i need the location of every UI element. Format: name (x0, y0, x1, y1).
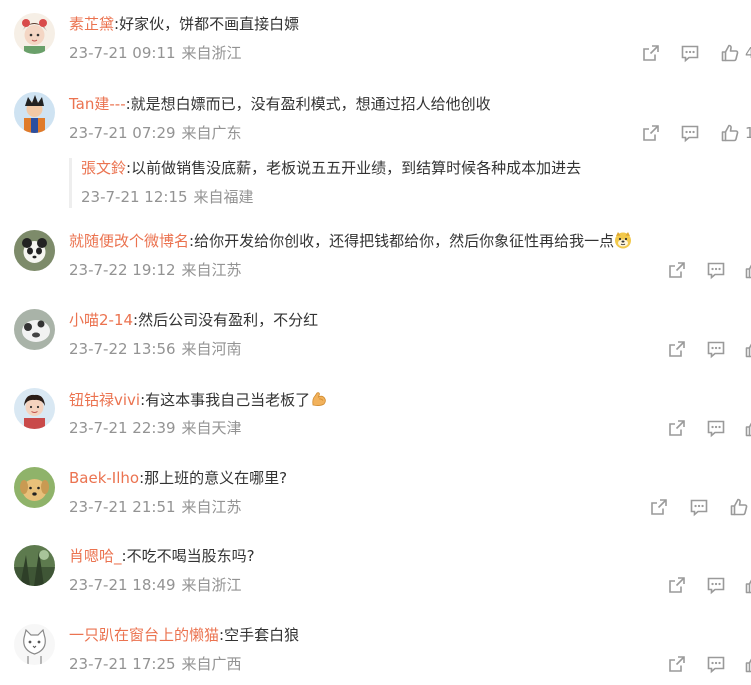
comment-date: 23-7-21 22:39 (69, 419, 176, 437)
avatar[interactable] (14, 388, 55, 429)
share-icon[interactable] (667, 654, 687, 674)
comment-text-line: 小喵2-14:然后公司没有盈利，不分红 (69, 310, 318, 330)
comment-text: :不吃不喝当股东吗? (121, 547, 255, 565)
comment-date: 23-7-22 19:12 (69, 261, 176, 279)
comment-text: :就是想白嫖而已，没有盈利模式，想通过招人给他创收 (125, 95, 491, 113)
comment-date: 23-7-22 13:56 (69, 340, 176, 358)
comment-location: 来自河南 (181, 340, 242, 358)
comment-location: 来自浙江 (181, 44, 242, 62)
comment-text-line: 素芷黛:好家伙，饼都不画直接白嫖 (69, 14, 299, 34)
comment-meta: 23-7-21 22:39 来自天津 (69, 418, 242, 438)
share-icon[interactable] (667, 418, 687, 438)
comment-text: :有这本事我自己当老板了 (140, 391, 311, 409)
comment-meta: 23-7-21 07:29 来自广东 (69, 123, 242, 143)
like-icon[interactable] (744, 654, 751, 674)
comment-date: 23-7-21 09:11 (69, 44, 176, 62)
comment-username[interactable]: 就随便改个微博名 (69, 232, 189, 250)
avatar[interactable] (14, 545, 55, 586)
like-icon[interactable] (729, 497, 749, 517)
comment-text-line: 就随便改个微博名:给你开发给你创收，还得把钱都给你，然后你象征性再给我一点 (69, 231, 632, 251)
comment-icon[interactable] (689, 497, 709, 517)
reply-text-line: 張文鈴:以前做销售没底薪，老板说五五开业绩，到结算时候各种成本加进去 (81, 158, 581, 178)
share-icon[interactable] (667, 575, 687, 595)
comment-icon[interactable] (680, 43, 700, 63)
comment-text: :然后公司没有盈利，不分红 (133, 311, 319, 329)
comment-date: 23-7-21 17:25 (69, 655, 176, 673)
comment-icon[interactable] (680, 123, 700, 143)
comment-date: 23-7-21 21:51 (69, 498, 176, 516)
comment-date: 23-7-21 18:49 (69, 576, 176, 594)
reply-block: 張文鈴:以前做销售没底薪，老板说五五开业绩，到结算时候各种成本加进去 23-7-… (69, 158, 669, 210)
comment-text: :空手套白狼 (219, 626, 300, 644)
avatar[interactable] (14, 624, 55, 665)
comment-text: :那上班的意义在哪里? (139, 469, 288, 487)
comment-username[interactable]: 钮钴禄vivi (69, 391, 140, 409)
avatar[interactable] (14, 309, 55, 350)
like-icon[interactable] (720, 43, 740, 63)
comment-location: 来自江苏 (181, 498, 242, 516)
reply-date: 23-7-21 12:15 (81, 188, 188, 206)
comment-text-line: Baek-Ilho:那上班的意义在哪里? (69, 468, 287, 488)
reply-text: :以前做销售没底薪，老板说五五开业绩，到结算时候各种成本加进去 (126, 159, 582, 177)
like-icon[interactable] (744, 339, 751, 359)
comment-text-line: 肖嗯哈_:不吃不喝当股东吗? (69, 546, 255, 566)
doge-icon (614, 231, 632, 249)
comment-meta: 23-7-21 09:11 来自浙江 (69, 43, 242, 63)
reply-location: 来自福建 (193, 188, 254, 206)
avatar[interactable] (14, 92, 55, 133)
comment-location: 来自江苏 (181, 261, 242, 279)
like-count: 1 (745, 124, 751, 142)
comment-icon[interactable] (706, 339, 726, 359)
like-icon[interactable] (744, 575, 751, 595)
avatar[interactable] (14, 467, 55, 508)
comment-username[interactable]: 素芷黛 (69, 15, 114, 33)
comment-text-line: 钮钴禄vivi:有这本事我自己当老板了 (69, 390, 328, 410)
comment-meta: 23-7-21 18:49 来自浙江 (69, 575, 242, 595)
reply-divider (69, 158, 72, 208)
comment-location: 来自广西 (181, 655, 242, 673)
comment-username[interactable]: 肖嗯哈_ (69, 547, 122, 565)
comment-username[interactable]: Tan建--- (69, 95, 126, 113)
comment-username[interactable]: 小喵2-14 (69, 311, 133, 329)
share-icon[interactable] (667, 260, 687, 280)
share-icon[interactable] (641, 123, 661, 143)
comment-meta: 23-7-22 19:12 来自江苏 (69, 260, 242, 280)
comment-icon[interactable] (706, 654, 726, 674)
comment-icon[interactable] (706, 418, 726, 438)
comment-date: 23-7-21 07:29 (69, 124, 176, 142)
like-icon[interactable] (744, 260, 751, 280)
share-icon[interactable] (667, 339, 687, 359)
comment-list: 素芷黛:好家伙，饼都不画直接白嫖 23-7-21 09:11 来自浙江 4 Tan… (0, 0, 751, 685)
avatar[interactable] (14, 230, 55, 271)
like-icon[interactable] (720, 123, 740, 143)
comment-icon[interactable] (706, 260, 726, 280)
comment-username[interactable]: Baek-Ilho (69, 469, 139, 487)
comment-text-line: 一只趴在窗台上的懒猫:空手套白狼 (69, 625, 299, 645)
muscle-icon (310, 390, 328, 408)
comment-text-line: Tan建---:就是想白嫖而已，没有盈利模式，想通过招人给他创收 (69, 94, 491, 114)
comment-location: 来自浙江 (181, 576, 242, 594)
comment-location: 来自天津 (181, 419, 242, 437)
comment-meta: 23-7-21 21:51 来自江苏 (69, 497, 242, 517)
comment-text: :好家伙，饼都不画直接白嫖 (114, 15, 300, 33)
comment-username[interactable]: 一只趴在窗台上的懒猫 (69, 626, 219, 644)
reply-meta: 23-7-21 12:15 来自福建 (81, 187, 254, 207)
comment-text: :给你开发给你创收，还得把钱都给你，然后你象征性再给我一点 (189, 232, 615, 250)
comment-location: 来自广东 (181, 124, 242, 142)
avatar[interactable] (14, 13, 55, 54)
like-icon[interactable] (744, 418, 751, 438)
share-icon[interactable] (641, 43, 661, 63)
comment-meta: 23-7-22 13:56 来自河南 (69, 339, 242, 359)
comment-meta: 23-7-21 17:25 来自广西 (69, 654, 242, 674)
like-count: 4 (745, 44, 751, 62)
share-icon[interactable] (649, 497, 669, 517)
comment-icon[interactable] (706, 575, 726, 595)
reply-username[interactable]: 張文鈴 (81, 159, 126, 177)
